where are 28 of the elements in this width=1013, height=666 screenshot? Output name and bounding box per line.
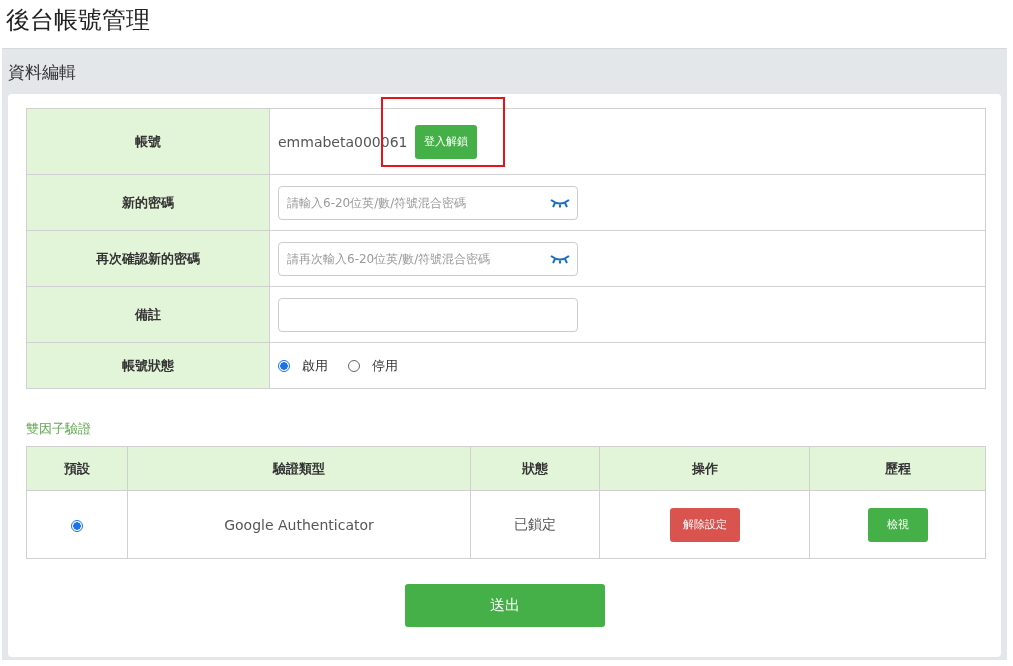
field-label: 再次確認新的密碼 [26,230,270,287]
field-label: 備註 [26,286,270,343]
column-header: 操作 [599,446,810,491]
remove-setting-button[interactable]: 解除設定 [669,507,740,542]
remark-field[interactable] [278,297,578,332]
field-label: 帳號 [26,108,270,175]
field-label: 帳號狀態 [26,342,270,389]
submit-button[interactable]: 送出 [404,584,605,627]
radio-button[interactable] [278,359,290,372]
password-field[interactable]: 請再次輸入6-20位英/數/符號混合密碼 [278,241,578,276]
panel-title: 資料編輯 [8,61,77,84]
field-label: 新的密碼 [26,174,270,231]
column-header: 狀態 [470,446,600,491]
radio-button[interactable] [71,519,83,532]
column-header: 預設 [26,446,128,491]
view-button[interactable]: 檢視 [867,507,928,542]
closed-eye-icon[interactable] [550,253,570,264]
radio-label: 停用 [372,356,398,375]
radio-label: 啟用 [302,356,328,375]
column-header: 歷程 [809,446,986,491]
table-cell: 已鎖定 [514,515,556,532]
column-header: 驗證類型 [127,446,471,491]
section-title: 雙因子驗證 [26,420,92,438]
password-field[interactable]: 請輸入6-20位英/數/符號混合密碼 [278,185,578,220]
table-cell: Google Authenticator [224,516,374,533]
unlock-button[interactable]: 登入解鎖 [415,124,478,159]
page-title: 後台帳號管理 [5,5,151,36]
closed-eye-icon[interactable] [550,197,570,208]
